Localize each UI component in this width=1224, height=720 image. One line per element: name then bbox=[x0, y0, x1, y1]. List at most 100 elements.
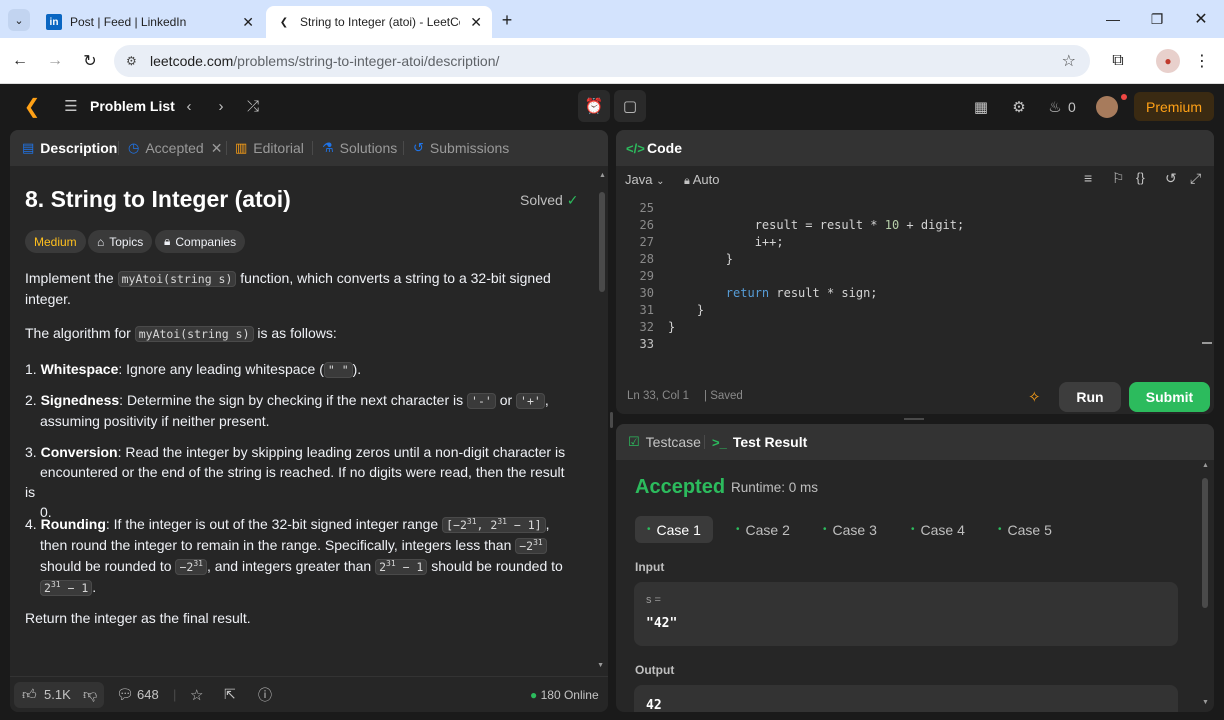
forward-icon[interactable]: → bbox=[43, 49, 67, 73]
scrollbar[interactable] bbox=[1202, 342, 1212, 344]
browser-tab-strip: ⌄ in Post | Feed | LinkedIn ✕ ❮ String t… bbox=[0, 0, 1224, 38]
new-tab-icon[interactable]: + bbox=[496, 9, 518, 31]
divider bbox=[403, 141, 404, 155]
case-tab-2[interactable]: • Case 2 bbox=[724, 516, 802, 543]
comment-icon[interactable]: 💬︎ bbox=[116, 686, 134, 703]
line-number: 31 bbox=[639, 303, 654, 317]
divider bbox=[226, 141, 227, 155]
range-code: [−231, 231 − 1] bbox=[442, 517, 546, 533]
share-icon[interactable]: ⇱ bbox=[224, 686, 236, 703]
problem-title: 8. String to Integer (atoi) bbox=[25, 186, 291, 212]
back-icon[interactable]: ← bbox=[8, 49, 32, 73]
scrollbar[interactable]: ▲ ▼ bbox=[1200, 460, 1210, 708]
close-icon[interactable]: ✕ bbox=[242, 14, 254, 31]
output-value: 42 bbox=[646, 698, 662, 712]
debug-icon[interactable]: ✧ bbox=[1028, 388, 1041, 406]
thumbs-up-icon[interactable]: 👍︎ bbox=[22, 686, 37, 703]
extensions-icon[interactable]: ⧉ bbox=[1106, 49, 1130, 73]
case-tab-4[interactable]: • Case 4 bbox=[899, 516, 977, 543]
line-number: 29 bbox=[639, 269, 654, 283]
leetcode-navbar: ❮ ☰ Problem List ‹ › ⤮ ⏰ ▢ ▦ ⚙ ♨ 0 bbox=[0, 84, 1224, 130]
problem-list-link[interactable]: Problem List bbox=[90, 98, 175, 114]
browser-menu-icon[interactable]: ⋮ bbox=[1190, 49, 1214, 73]
pass-dot: • bbox=[823, 524, 827, 535]
tab-submissions[interactable]: ↺ Submissions bbox=[413, 130, 509, 166]
user-avatar[interactable] bbox=[1096, 96, 1118, 118]
leetcode-logo-icon[interactable]: ❮ bbox=[20, 94, 44, 118]
braces-icon[interactable]: {} bbox=[1136, 170, 1145, 185]
run-button[interactable]: Run bbox=[1059, 382, 1121, 412]
code-editor[interactable]: 25 26 result = result * 10 + digit; 27 i… bbox=[616, 196, 1206, 356]
line-number: 25 bbox=[639, 201, 654, 215]
input-value: "42" bbox=[646, 616, 678, 631]
history-icon: ◷ bbox=[128, 140, 140, 155]
shuffle-icon[interactable]: ⤮ bbox=[243, 96, 263, 116]
tab-solutions[interactable]: ⚗ Solutions bbox=[322, 130, 397, 166]
reload-icon[interactable]: ↻ bbox=[78, 49, 102, 73]
code-line: return result * sign; bbox=[725, 286, 878, 300]
pass-dot: • bbox=[736, 524, 740, 535]
online-count: ● 180 Online bbox=[530, 687, 599, 702]
thumbs-down-icon[interactable]: 👎︎ bbox=[83, 686, 97, 703]
tab-test-result[interactable]: >_ Test Result bbox=[712, 424, 807, 460]
vertical-resize-handle[interactable] bbox=[610, 412, 613, 428]
pass-dot: • bbox=[647, 524, 651, 535]
fullscreen-icon[interactable]: ⤢ bbox=[1190, 170, 1201, 187]
divider bbox=[704, 435, 705, 449]
topics-button[interactable]: ⌂ Topics bbox=[88, 230, 153, 253]
layout-icon[interactable]: ▦ bbox=[970, 96, 992, 118]
input-variable: s = bbox=[646, 594, 661, 606]
browser-tab-leetcode[interactable]: ❮ String to Integer (atoi) - LeetCo ✕ bbox=[266, 6, 492, 38]
code-line: } bbox=[668, 252, 734, 266]
book-icon: ▥ bbox=[235, 140, 248, 155]
premium-button[interactable]: Premium bbox=[1134, 92, 1214, 121]
companies-button[interactable]: 🔒︎ Companies bbox=[155, 230, 246, 253]
case-tab-5[interactable]: • Case 5 bbox=[986, 516, 1064, 543]
max-code: 231 − 1 bbox=[375, 559, 428, 575]
close-icon[interactable]: ✕ bbox=[211, 140, 223, 157]
tab-search-icon[interactable]: ⌄ bbox=[8, 9, 30, 31]
tab-editorial[interactable]: ▥ Editorial bbox=[235, 130, 304, 166]
auto-mode[interactable]: 🔒︎ Auto bbox=[684, 172, 720, 188]
language-select[interactable]: Java ⌄ bbox=[625, 172, 664, 187]
url-bar[interactable]: ⚙ leetcode.com/problems/string-to-intege… bbox=[114, 45, 1090, 77]
window-close-icon[interactable]: ✕ bbox=[1178, 0, 1224, 38]
horizontal-resize-handle[interactable] bbox=[904, 418, 924, 420]
minimize-icon[interactable]: — bbox=[1090, 0, 1136, 38]
tab-description[interactable]: ▤ Description bbox=[22, 130, 117, 166]
bookmark-star-icon[interactable]: ☆ bbox=[1062, 51, 1076, 71]
bookmark-icon[interactable]: ⚐ bbox=[1112, 170, 1125, 187]
timer-icon[interactable]: ⏰ bbox=[578, 90, 610, 122]
lock-icon: 🔒︎ bbox=[164, 234, 171, 248]
favorite-star-icon[interactable]: ☆ bbox=[190, 686, 203, 704]
prev-problem-icon[interactable]: ‹ bbox=[180, 96, 198, 116]
scroll-down-icon[interactable]: ▼ bbox=[597, 662, 604, 669]
code-line: i++; bbox=[668, 235, 784, 249]
submit-button[interactable]: Submit bbox=[1129, 382, 1210, 412]
close-icon[interactable]: ✕ bbox=[470, 14, 482, 31]
next-problem-icon[interactable]: › bbox=[212, 96, 230, 116]
terminal-icon: >_ bbox=[712, 434, 727, 450]
case-tab-3[interactable]: • Case 3 bbox=[811, 516, 889, 543]
scrollbar[interactable]: ▲ bbox=[598, 170, 606, 670]
output-box: 42 bbox=[634, 685, 1178, 712]
code-line: } bbox=[668, 320, 676, 334]
notes-icon[interactable]: ▢ bbox=[614, 90, 646, 122]
case-tab-1[interactable]: • Case 1 bbox=[635, 516, 713, 543]
list-icon[interactable]: ☰ bbox=[62, 97, 80, 115]
description-tabs: ▤ Description ◷ Accepted ✕ ▥ Editorial ⚗ Solu… bbox=[10, 130, 608, 166]
history-icon: ↺ bbox=[413, 140, 424, 155]
solved-badge: Solved ✓ bbox=[520, 192, 579, 208]
maximize-icon[interactable]: ❐ bbox=[1134, 0, 1180, 38]
tab-testcase[interactable]: ☑ Testcase bbox=[628, 424, 701, 460]
tab-accepted[interactable]: ◷ Accepted ✕ bbox=[128, 130, 222, 166]
settings-gear-icon[interactable]: ⚙ bbox=[1008, 96, 1030, 118]
profile-avatar[interactable]: ● bbox=[1156, 49, 1180, 73]
site-info-icon[interactable]: ⚙ bbox=[126, 54, 137, 68]
format-icon[interactable]: ≡ bbox=[1084, 170, 1092, 186]
reset-icon[interactable]: ↺ bbox=[1165, 170, 1177, 187]
browser-tab-linkedin[interactable]: in Post | Feed | LinkedIn ✕ bbox=[36, 6, 264, 38]
help-icon[interactable]: ⓘ bbox=[258, 685, 272, 705]
max-code: 231 − 1 bbox=[40, 580, 93, 596]
check-circle-icon: ✓ bbox=[566, 192, 579, 208]
